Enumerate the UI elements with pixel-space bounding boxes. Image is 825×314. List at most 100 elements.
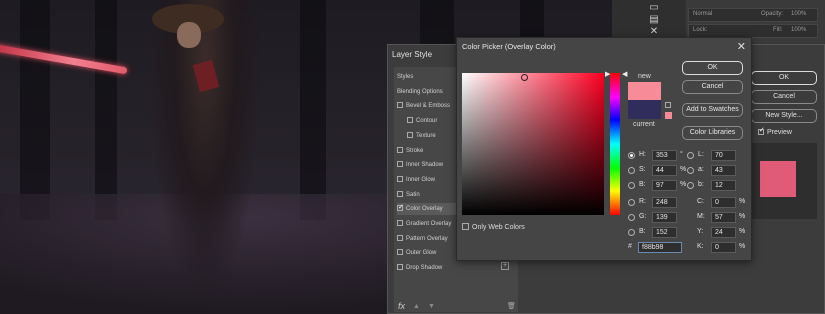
fx-icon[interactable]: fx xyxy=(398,301,405,311)
magenta-value[interactable]: 57 xyxy=(711,212,736,223)
style-list-item[interactable]: Bevel & Emboss xyxy=(397,100,450,112)
trash-icon[interactable]: 🗑 xyxy=(507,302,516,310)
yellow-unit: % xyxy=(739,228,746,235)
lab-a-radio[interactable] xyxy=(687,167,694,174)
cancel-button[interactable]: Cancel xyxy=(751,90,817,104)
blend-mode-label: Normal xyxy=(693,11,713,17)
lab-a-value[interactable]: 43 xyxy=(711,165,736,176)
only-web-colors-label: Only Web Colors xyxy=(472,224,525,231)
checkbox-icon[interactable] xyxy=(397,190,403,197)
blue-value[interactable]: 152 xyxy=(652,227,677,238)
style-list-item[interactable]: Gradient Overlay xyxy=(397,218,451,230)
style-list-label: Texture xyxy=(416,132,436,139)
green-value[interactable]: 139 xyxy=(652,212,677,223)
hue-radio[interactable] xyxy=(628,152,635,159)
lab-l-label: L: xyxy=(698,151,704,158)
lab-b-label: b: xyxy=(698,181,704,188)
lock-row: Lock: Fill: 100% xyxy=(688,24,818,38)
style-list-item[interactable]: Satin xyxy=(397,189,420,201)
checkbox-icon[interactable] xyxy=(407,131,413,138)
move-down-icon[interactable]: ▼ xyxy=(428,303,435,310)
checkbox-icon[interactable] xyxy=(397,102,403,109)
blend-mode-select[interactable]: Normal Opacity: 100% xyxy=(688,8,818,22)
preview-check-icon xyxy=(758,126,765,135)
hue-slider-left-arrow-icon[interactable]: ▶ xyxy=(605,70,610,78)
style-list-label: Pattern Overlay xyxy=(406,235,448,242)
move-tool-icon[interactable]: ▭ xyxy=(648,2,660,13)
cyan-value[interactable]: 0 xyxy=(711,197,736,208)
lab-l-value[interactable]: 70 xyxy=(711,150,736,161)
fill-label: Fill: xyxy=(773,27,783,33)
web-safe-swatch-icon[interactable] xyxy=(665,112,672,119)
green-radio[interactable] xyxy=(628,214,635,221)
style-list-item[interactable]: Inner Shadow xyxy=(397,159,443,171)
color-field[interactable] xyxy=(462,73,604,215)
red-radio[interactable] xyxy=(628,199,635,206)
checkbox-icon[interactable] xyxy=(397,264,403,271)
style-list-item[interactable]: Stroke xyxy=(397,145,423,157)
color-field-cursor[interactable] xyxy=(521,74,528,81)
preview-label: Preview xyxy=(767,129,792,136)
style-list-item[interactable]: Contour xyxy=(407,115,437,127)
only-web-colors-checkbox[interactable]: Only Web Colors xyxy=(462,223,525,231)
style-list-label: Inner Glow xyxy=(406,176,436,183)
checkbox-icon[interactable] xyxy=(397,202,404,214)
checkbox-icon[interactable] xyxy=(397,175,403,182)
lab-l-radio[interactable] xyxy=(687,152,694,159)
current-color-swatch[interactable] xyxy=(628,100,661,119)
cyan-label: C: xyxy=(697,198,704,205)
brightness-radio[interactable] xyxy=(628,182,635,189)
style-list-item[interactable]: Inner Glow xyxy=(397,174,435,186)
style-list-item[interactable]: Styles xyxy=(397,71,413,83)
new-style-button[interactable]: New Style... xyxy=(751,109,817,123)
move-up-icon[interactable]: ▲ xyxy=(413,303,420,310)
black-label: K: xyxy=(697,243,704,250)
checkbox-icon[interactable] xyxy=(397,161,403,168)
lab-b-radio[interactable] xyxy=(687,182,694,189)
fill-value[interactable]: 100% xyxy=(791,27,806,33)
film-tool-icon[interactable]: ▤ xyxy=(648,14,660,25)
checkbox-icon[interactable] xyxy=(407,117,413,124)
transform-tool-icon[interactable]: ✕ xyxy=(648,26,660,37)
ok-button[interactable]: OK xyxy=(751,71,817,85)
style-list-item[interactable]: Drop Shadow xyxy=(397,262,442,274)
preview-checkbox[interactable]: Preview xyxy=(758,126,792,136)
hue-value[interactable]: 353 xyxy=(652,150,677,161)
saturation-radio[interactable] xyxy=(628,167,635,174)
checkbox-icon[interactable] xyxy=(397,146,403,153)
picker-cancel-button[interactable]: Cancel xyxy=(682,80,743,94)
black-value[interactable]: 0 xyxy=(711,242,736,253)
yellow-value[interactable]: 24 xyxy=(711,227,736,238)
style-list-label: Gradient Overlay xyxy=(406,221,452,227)
close-icon[interactable]: ✕ xyxy=(737,40,746,53)
color-libraries-button[interactable]: Color Libraries xyxy=(682,126,743,140)
brightness-value[interactable]: 97 xyxy=(652,180,677,191)
hue-slider[interactable] xyxy=(610,73,620,215)
style-list-item[interactable]: Outer Glow xyxy=(397,247,436,259)
lab-b-value[interactable]: 12 xyxy=(711,180,736,191)
add-effect-icon[interactable]: + xyxy=(501,262,509,270)
style-list-item[interactable]: Pattern Overlay xyxy=(397,233,448,245)
red-value[interactable]: 248 xyxy=(652,197,677,208)
hex-input[interactable]: f88b98 xyxy=(638,242,682,253)
checkbox-icon[interactable] xyxy=(397,249,403,256)
checkbox-icon[interactable] xyxy=(397,234,403,241)
hue-slider-right-arrow-icon[interactable]: ◀ xyxy=(622,70,627,78)
tree-trunk xyxy=(300,0,326,220)
style-list-item[interactable]: Texture xyxy=(407,130,436,142)
opacity-value[interactable]: 100% xyxy=(791,11,806,17)
style-list-item[interactable]: Blending Options xyxy=(397,86,443,98)
layer-style-title: Layer Style xyxy=(392,50,433,59)
hue-unit: ° xyxy=(680,151,683,158)
gamut-cube-icon[interactable] xyxy=(665,102,671,108)
preview-swatch xyxy=(760,161,796,197)
checkbox-icon[interactable] xyxy=(397,220,403,226)
black-unit: % xyxy=(739,243,746,250)
saturation-value[interactable]: 44 xyxy=(652,165,677,176)
add-to-swatches-button[interactable]: Add to Swatches xyxy=(682,103,743,117)
new-label: new xyxy=(638,73,651,80)
magenta-label: M: xyxy=(697,213,705,220)
blue-radio[interactable] xyxy=(628,229,635,236)
blue-label: B: xyxy=(639,228,646,235)
picker-ok-button[interactable]: OK xyxy=(682,61,743,75)
